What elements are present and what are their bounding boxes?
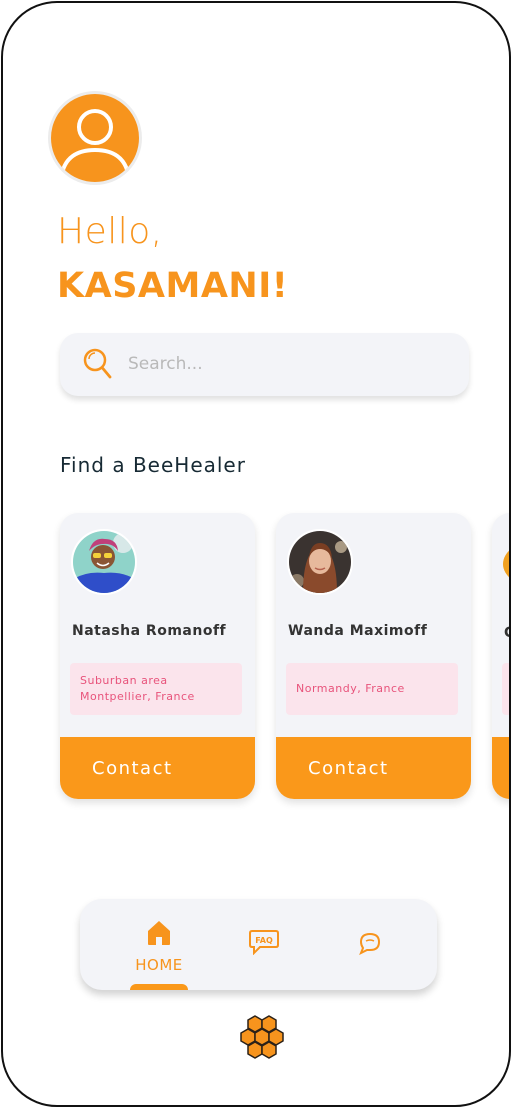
home-icon xyxy=(148,921,170,945)
search-bar[interactable] xyxy=(60,333,469,396)
healer-location-line1: Suburban area xyxy=(80,674,168,687)
healer-card[interactable]: Wanda Maximoff Normandy, France Contact xyxy=(276,513,471,799)
contact-button[interactable]: Contact xyxy=(60,737,255,799)
nav-chat[interactable] xyxy=(355,899,385,990)
honeycomb-icon xyxy=(240,1015,284,1059)
faq-bubble-icon: FAQ xyxy=(249,930,279,955)
profile-avatar[interactable] xyxy=(48,91,142,185)
healer-photo xyxy=(287,529,353,595)
contact-button[interactable]: Contact xyxy=(276,737,471,799)
greeting-username: KASAMANI! xyxy=(57,266,289,306)
search-icon[interactable] xyxy=(82,347,114,381)
healer-card[interactable]: Natasha Romanoff Suburban area Montpelli… xyxy=(60,513,255,799)
bottom-nav: HOME FAQ xyxy=(80,899,437,990)
healer-photo xyxy=(503,541,509,587)
healer-name: C xyxy=(504,625,509,641)
chat-bubble-icon xyxy=(359,932,381,955)
healer-location: Suburban area Montpellier, France xyxy=(70,663,242,715)
healer-card[interactable]: C xyxy=(492,513,509,799)
search-input[interactable] xyxy=(128,347,428,381)
nav-home-label: HOME xyxy=(135,956,183,974)
healer-location-line2: Montpellier, France xyxy=(80,690,195,703)
nav-active-indicator xyxy=(130,984,188,990)
nav-faq[interactable]: FAQ xyxy=(245,899,281,990)
healer-name: Natasha Romanoff xyxy=(72,623,227,639)
phone-frame: Hello, KASAMANI! Find a BeeHealer Natash… xyxy=(1,1,511,1107)
healer-location xyxy=(502,663,509,715)
contact-button[interactable] xyxy=(492,737,509,799)
greeting-hello: Hello, xyxy=(57,211,163,252)
healer-location: Normandy, France xyxy=(286,663,458,715)
faq-icon-text: FAQ xyxy=(255,936,273,945)
nav-home[interactable]: HOME xyxy=(125,899,193,990)
healer-location-line1: Normandy, France xyxy=(296,682,405,695)
healer-photo xyxy=(71,529,137,595)
healer-name: Wanda Maximoff xyxy=(288,623,428,639)
user-silhouette-icon xyxy=(59,109,131,181)
section-title: Find a BeeHealer xyxy=(60,453,246,477)
